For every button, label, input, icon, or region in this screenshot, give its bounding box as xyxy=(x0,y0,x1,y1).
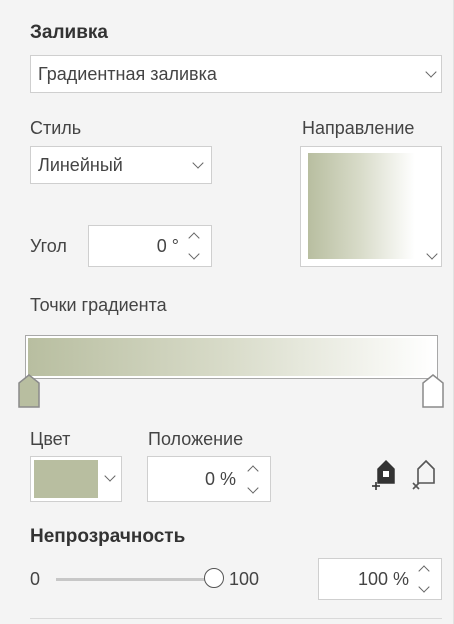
gradient-stop-end[interactable] xyxy=(421,373,445,409)
gradient-stop-start[interactable] xyxy=(17,373,41,409)
chevron-down-icon xyxy=(425,66,437,78)
chevron-down-icon xyxy=(426,248,438,260)
opacity-value: 100 % xyxy=(357,569,409,589)
spin-up-icon[interactable] xyxy=(418,565,430,577)
color-swatch xyxy=(34,460,98,498)
fill-settings-panel: Заливка Градиентная заливка Стиль Линейн… xyxy=(0,0,454,624)
add-gradient-point-icon[interactable] xyxy=(372,459,400,491)
angle-label: Угол xyxy=(30,236,67,256)
fill-title: Заливка xyxy=(30,22,108,43)
bottom-divider xyxy=(30,618,442,619)
chevron-down-icon xyxy=(192,157,204,169)
direction-label: Направление xyxy=(302,118,415,138)
remove-gradient-point-icon[interactable] xyxy=(412,459,440,491)
style-value: Линейный xyxy=(38,155,123,175)
fill-type-dropdown[interactable]: Градиентная заливка xyxy=(30,55,442,93)
opacity-slider-thumb[interactable] xyxy=(204,568,224,588)
direction-picker[interactable] xyxy=(300,146,442,267)
opacity-slider-track[interactable] xyxy=(56,578,206,581)
style-label: Стиль xyxy=(30,118,82,138)
spin-up-icon[interactable] xyxy=(188,232,200,244)
color-label: Цвет xyxy=(30,429,71,449)
position-value: 0 % xyxy=(204,469,236,489)
position-label: Положение xyxy=(148,429,244,449)
angle-value: 0 ° xyxy=(156,236,179,256)
gradient-bar-fill xyxy=(28,338,435,376)
fill-type-value: Градиентная заливка xyxy=(38,64,217,84)
style-dropdown[interactable]: Линейный xyxy=(30,146,212,184)
gradient-bar[interactable] xyxy=(25,335,438,379)
opacity-min-label: 0 xyxy=(30,569,41,589)
direction-preview xyxy=(308,153,415,259)
spin-up-icon[interactable] xyxy=(247,465,259,477)
opacity-spinner[interactable]: 100 % xyxy=(318,558,442,600)
spin-down-icon[interactable] xyxy=(247,482,259,494)
spin-down-icon[interactable] xyxy=(418,581,430,593)
gradient-points-label: Точки градиента xyxy=(30,295,167,315)
color-picker[interactable] xyxy=(30,456,122,502)
angle-spinner[interactable]: 0 ° xyxy=(88,225,212,267)
position-spinner[interactable]: 0 % xyxy=(147,456,271,502)
spin-down-icon[interactable] xyxy=(188,248,200,260)
chevron-down-icon xyxy=(104,470,116,482)
opacity-title: Непрозрачность xyxy=(30,526,186,547)
opacity-max-label: 100 xyxy=(229,569,260,589)
